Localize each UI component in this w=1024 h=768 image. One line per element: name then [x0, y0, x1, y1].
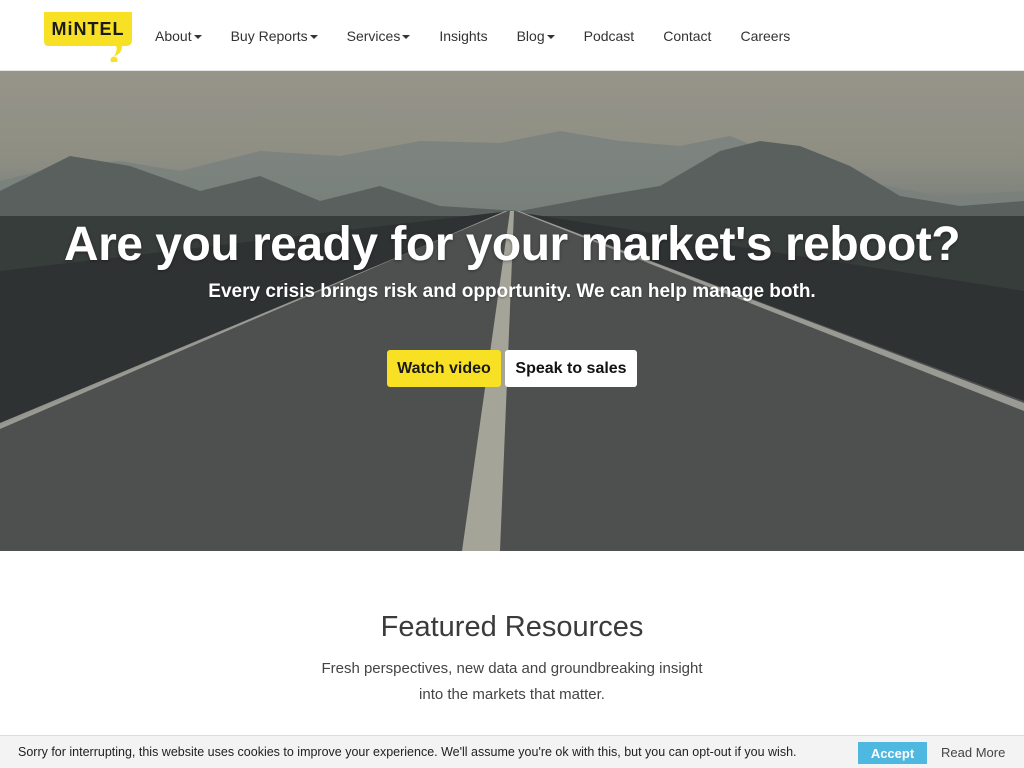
nav-item-label: Services — [346, 27, 401, 44]
hero-title: Are you ready for your market's reboot? — [63, 218, 961, 271]
featured-description-line-1: Fresh perspectives, new data and groundb… — [321, 660, 703, 677]
nav-item-contact[interactable]: Contact — [663, 28, 711, 44]
featured-resources-description: Fresh perspectives, new data and groundb… — [262, 656, 762, 708]
nav-item-label: Podcast — [583, 27, 635, 44]
nav-item-label: Contact — [663, 27, 712, 44]
nav-item-insights[interactable]: Insights — [439, 28, 487, 44]
caret-down-icon — [402, 34, 411, 39]
nav-item-about[interactable]: About — [155, 28, 202, 44]
hero-banner: Are you ready for your market's reboot? … — [0, 71, 1024, 551]
cookie-accept-button[interactable]: Accept — [858, 742, 927, 764]
watch-video-button[interactable]: Watch video — [387, 350, 501, 387]
mintel-logo[interactable]: MiNTEL — [42, 10, 136, 64]
logo-text: MiNTEL — [52, 19, 125, 39]
nav-item-buy-reports[interactable]: Buy Reports — [231, 28, 318, 44]
nav-item-label: About — [155, 27, 192, 44]
cookie-message: Sorry for interrupting, this website use… — [18, 745, 797, 759]
cookie-read-more-link[interactable]: Read More — [941, 745, 1005, 760]
hero-overlay — [0, 71, 1024, 551]
nav-item-careers[interactable]: Careers — [740, 28, 790, 44]
logo-dot-large — [110, 56, 118, 64]
featured-description-line-2: into the markets that matter. — [419, 686, 605, 703]
caret-down-icon — [193, 34, 202, 39]
nav-item-label: Insights — [439, 27, 488, 44]
nav-item-services[interactable]: Services — [347, 28, 411, 44]
nav-item-podcast[interactable]: Podcast — [584, 28, 635, 44]
featured-resources-title: Featured Resources — [380, 611, 644, 643]
site-header: MiNTEL About Buy Reports Services Insights B… — [0, 0, 1024, 71]
nav-item-blog[interactable]: Blog — [517, 28, 555, 44]
caret-down-icon — [309, 34, 318, 39]
nav-item-label: Careers — [740, 27, 791, 44]
hero-subtitle: Every crisis brings risk and opportunity… — [208, 281, 816, 302]
nav-item-label: Buy Reports — [230, 27, 308, 44]
cookie-banner: Sorry for interrupting, this website use… — [0, 735, 1024, 768]
speak-to-sales-button[interactable]: Speak to sales — [505, 350, 637, 387]
main-nav: About Buy Reports Services Insights Blog Podc… — [155, 0, 819, 71]
caret-down-icon — [546, 34, 555, 39]
nav-item-label: Blog — [516, 27, 545, 44]
